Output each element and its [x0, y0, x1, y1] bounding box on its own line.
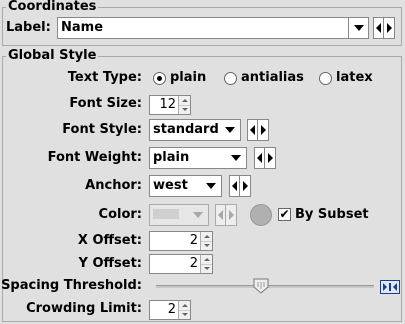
font-style-value: standard — [153, 122, 219, 137]
text-type-plain-label[interactable]: plain — [170, 70, 206, 86]
text-type-plain-radio[interactable] — [153, 72, 166, 85]
label-prev-button[interactable] — [373, 17, 384, 39]
font-style-next-button[interactable] — [258, 119, 269, 141]
label-combobox-value: Name — [61, 20, 104, 35]
color-stepper — [215, 204, 237, 226]
y-offset-value[interactable]: 2 — [150, 255, 200, 273]
triangle-right-icon — [267, 153, 273, 163]
coordinates-title: Coordinates — [6, 0, 99, 14]
anchor-combobox[interactable]: west — [149, 175, 222, 197]
text-type-latex-label[interactable]: latex — [336, 70, 373, 86]
y-offset-label: Y Offset: — [78, 256, 143, 271]
font-style-prev-button[interactable] — [247, 119, 258, 141]
triangle-left-icon — [218, 210, 223, 220]
x-offset-label: X Offset: — [77, 233, 142, 248]
color-chooser-button[interactable] — [250, 204, 272, 226]
triangle-right-icon — [386, 23, 392, 33]
spacing-threshold-label: Spacing Threshold: — [1, 278, 142, 293]
triangle-left-icon — [257, 153, 262, 163]
y-offset-down-button[interactable] — [201, 263, 212, 273]
font-style-stepper — [247, 119, 269, 141]
font-size-label: Font Size: — [69, 96, 142, 111]
font-weight-value: plain — [153, 150, 190, 165]
crowding-limit-spinner[interactable]: 2 — [149, 300, 191, 320]
color-next-button[interactable] — [226, 204, 237, 226]
anchor-value: west — [153, 178, 188, 193]
font-style-combobox[interactable]: standard — [149, 119, 241, 141]
anchor-prev-button[interactable] — [229, 175, 240, 197]
triangle-left-icon — [376, 23, 381, 33]
font-size-up-button[interactable] — [179, 96, 190, 105]
triangle-right-icon — [260, 125, 266, 135]
label-field-label: Label: — [6, 20, 51, 35]
spacing-threshold-thumb[interactable] — [253, 278, 269, 294]
font-size-spinner[interactable]: 12 — [149, 95, 191, 115]
label-combobox[interactable]: Name — [57, 17, 369, 39]
crowding-limit-up-button[interactable] — [179, 301, 190, 310]
font-style-label: Font Style: — [62, 122, 142, 137]
x-offset-value[interactable]: 2 — [150, 232, 200, 250]
color-combobox[interactable] — [149, 204, 209, 226]
x-offset-spinner[interactable]: 2 — [149, 231, 213, 251]
triangle-right-icon — [242, 181, 248, 191]
font-size-down-button[interactable] — [179, 104, 190, 114]
font-weight-prev-button[interactable] — [254, 147, 265, 169]
font-weight-stepper — [254, 147, 276, 169]
chevron-down-icon[interactable] — [348, 18, 368, 38]
y-offset-spinner[interactable]: 2 — [149, 254, 213, 274]
triangle-right-icon — [228, 210, 234, 220]
crowding-limit-down-button[interactable] — [179, 309, 190, 319]
text-type-antialias-label[interactable]: antialias — [241, 70, 304, 86]
by-subset-label[interactable]: By Subset — [295, 207, 369, 223]
anchor-next-button[interactable] — [240, 175, 251, 197]
text-type-latex-radio[interactable] — [319, 72, 332, 85]
font-weight-label: Font Weight: — [47, 150, 142, 165]
x-offset-up-button[interactable] — [201, 232, 212, 241]
text-type-label: Text Type: — [67, 70, 142, 85]
label-stepper — [373, 17, 395, 39]
label-next-button[interactable] — [384, 17, 395, 39]
global-style-title: Global Style — [6, 48, 99, 63]
chevron-down-icon[interactable] — [188, 205, 208, 225]
font-size-value[interactable]: 12 — [150, 96, 178, 114]
y-offset-up-button[interactable] — [201, 255, 212, 264]
anchor-stepper — [229, 175, 251, 197]
crowding-limit-label: Crowding Limit: — [26, 301, 142, 316]
crowding-limit-value[interactable]: 2 — [150, 301, 178, 319]
triangle-left-icon — [232, 181, 237, 191]
by-subset-checkbox[interactable]: ✔ — [278, 208, 291, 221]
anchor-label: Anchor: — [85, 178, 142, 193]
chevron-down-icon[interactable] — [201, 176, 221, 196]
triangle-left-icon — [250, 125, 255, 135]
chevron-down-icon[interactable] — [220, 120, 240, 140]
color-swatch — [150, 204, 188, 226]
color-label: Color: — [98, 207, 142, 222]
chevron-down-icon[interactable] — [226, 148, 246, 168]
color-prev-button[interactable] — [215, 204, 226, 226]
x-offset-down-button[interactable] — [201, 240, 212, 250]
font-weight-next-button[interactable] — [265, 147, 276, 169]
text-type-antialias-radio[interactable] — [224, 72, 237, 85]
font-weight-combobox[interactable]: plain — [149, 147, 247, 169]
coordinates-panel: Coordinates Label: Name — [0, 0, 405, 48]
slider-reset-icon[interactable] — [380, 280, 400, 294]
